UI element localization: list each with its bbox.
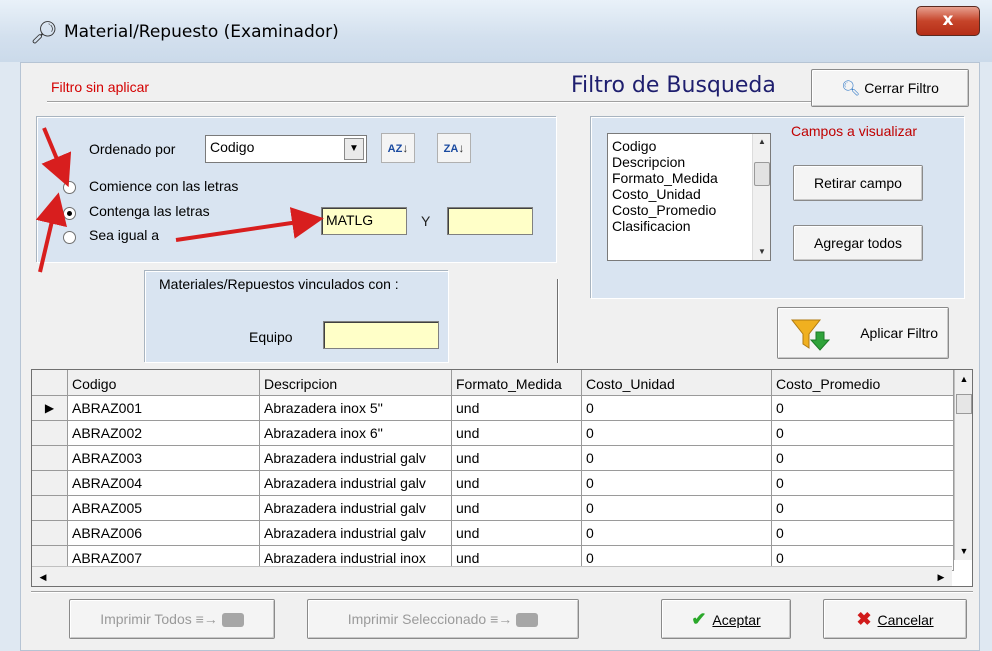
annotation-arrow [35, 192, 67, 273]
annotation-arrows [35, 127, 324, 273]
annotation-arrow [41, 127, 72, 188]
annotation-arrow [175, 207, 324, 242]
